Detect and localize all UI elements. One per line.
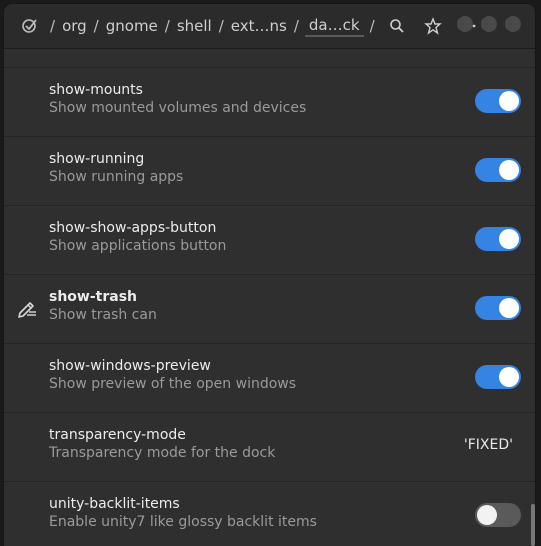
switch-knob [499,91,519,111]
breadcrumb-gnome[interactable]: gnome [105,17,159,35]
setting-name: show-windows-preview [49,358,211,374]
switch-knob [477,505,497,525]
setting-description: Show applications button [49,238,227,254]
toggle-switch[interactable] [475,296,521,320]
setting-name: transparency-mode [49,427,186,443]
breadcrumb-separator: / [50,17,56,35]
breadcrumb-shell[interactable]: shell [176,17,213,35]
toggle-switch[interactable] [475,89,521,113]
window-controls [457,16,521,32]
breadcrumb-separator: / [93,17,99,35]
setting-name: show-mounts [49,82,143,98]
breadcrumb-separator: / [293,17,299,35]
settings-list: show-mounts Show mounted volumes and dev… [4,49,535,546]
setting-description: Transparency mode for the dock [49,445,276,461]
setting-description: Enable unity7 like glossy backlit items [49,514,317,530]
settings-row-show-mounts[interactable]: show-mounts Show mounted volumes and dev… [4,67,535,136]
breadcrumb-extensions[interactable]: ext…ns [230,17,288,35]
switch-knob [499,229,519,249]
settings-row-show-windows-preview[interactable]: show-windows-preview Show preview of the… [4,343,535,412]
minimize-button[interactable] [457,16,473,32]
breadcrumb-separator: / [369,17,375,35]
settings-row-show-trash[interactable]: show-trash Show trash can [4,274,535,343]
setting-name: show-running [49,151,145,167]
modified-pencil-icon [16,297,38,319]
toggle-switch[interactable] [475,365,521,389]
switch-knob [499,298,519,318]
switch-knob [499,160,519,180]
search-icon[interactable] [383,12,411,40]
maximize-button[interactable] [481,16,497,32]
breadcrumb-separator: / [218,17,224,35]
scrollbar[interactable] [531,504,535,546]
header-bar: / org / gnome / shell / ext…ns / da…ck / [4,4,535,49]
settings-row-show-show-apps-button[interactable]: show-show-apps-button Show applications … [4,205,535,274]
setting-description: Show running apps [49,169,184,185]
toggle-switch[interactable] [475,503,521,527]
setting-name: unity-backlit-items [49,496,180,512]
dconf-editor-window: / org / gnome / shell / ext…ns / da…ck / [4,4,535,546]
toggle-switch[interactable] [475,227,521,251]
setting-name: show-trash [49,289,138,305]
settings-row-transparency-mode[interactable]: transparency-mode Transparency mode for … [4,412,535,481]
star-icon[interactable] [419,12,447,40]
setting-description: Show mounted volumes and devices [49,100,307,116]
settings-row-show-running[interactable]: show-running Show running apps [4,136,535,205]
setting-name: show-show-apps-button [49,220,217,236]
breadcrumb-separator: / [164,17,170,35]
breadcrumb-dash-to-dock[interactable]: da…ck [304,16,364,37]
setting-description: Show trash can [49,307,157,323]
setting-value: 'FIXED' [463,437,513,453]
settings-row-unity-backlit-items[interactable]: unity-backlit-items Enable unity7 like g… [4,481,535,546]
breadcrumb-org[interactable]: org [61,17,88,35]
setting-description: Show preview of the open windows [49,376,297,392]
close-button[interactable] [505,16,521,32]
settings-row[interactable] [4,49,535,68]
bookmark-check-icon[interactable] [16,12,44,40]
toggle-switch[interactable] [475,158,521,182]
switch-knob [499,367,519,387]
